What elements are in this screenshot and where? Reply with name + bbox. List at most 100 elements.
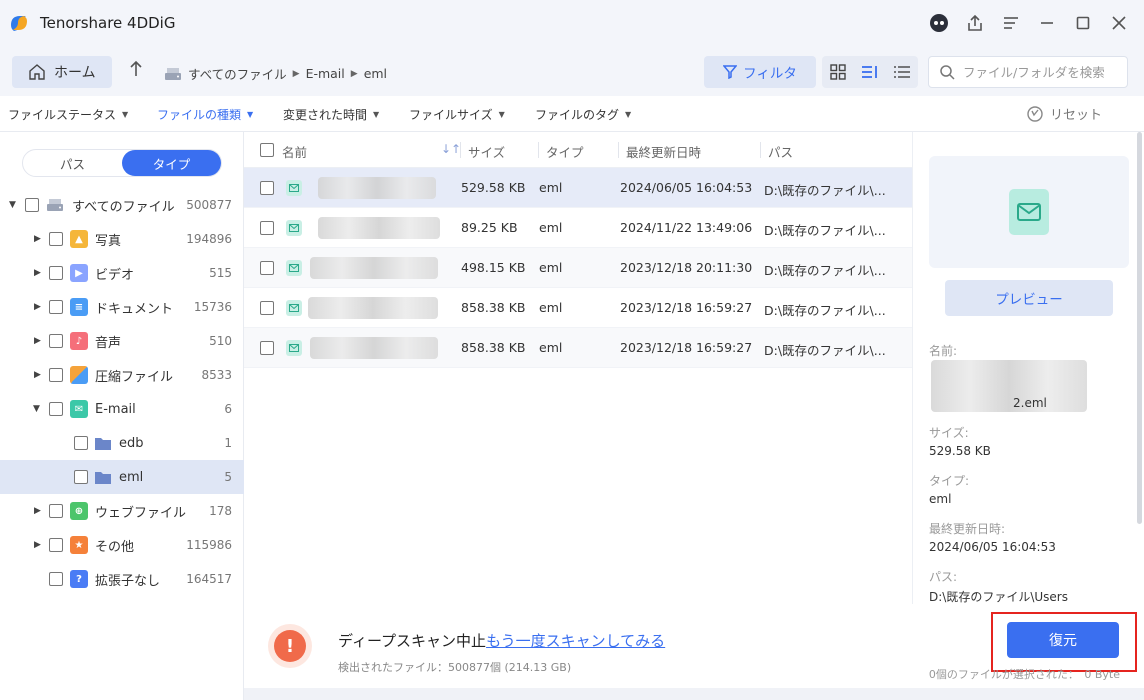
other-icon: ★ — [70, 536, 88, 554]
preview-button[interactable]: プレビュー — [945, 280, 1113, 316]
checkbox[interactable] — [74, 436, 88, 450]
drive-icon — [165, 67, 181, 80]
breadcrumb-item[interactable]: E-mail — [306, 66, 345, 81]
cell-path: D:\既存のファイル\... — [764, 183, 886, 198]
column-path[interactable]: パス — [768, 142, 793, 161]
web-icon: ⊕ — [70, 502, 88, 520]
tree-item-document[interactable]: ▶ ≡ ドキュメント 15736 — [0, 290, 244, 324]
row-checkbox[interactable] — [260, 301, 274, 315]
column-divider[interactable] — [618, 142, 619, 158]
breadcrumb-item[interactable]: eml — [364, 66, 387, 81]
filter-file-tag-label: ファイルのタグ — [535, 108, 620, 122]
tree-item-photo[interactable]: ▶ ▲ 写真 194896 — [0, 222, 244, 256]
rescan-link[interactable]: もう一度スキャンしてみる — [486, 632, 665, 650]
table-row[interactable]: 498.15 KB eml 2023/12/18 20:11:30 D:\既存の… — [244, 248, 912, 288]
filter-file-type-label: ファイルの種類 — [157, 108, 242, 122]
cell-type: eml — [539, 180, 563, 195]
checkbox[interactable] — [25, 198, 39, 212]
tab-type[interactable]: タイプ — [122, 150, 221, 176]
tree-item-count: 8533 — [201, 368, 232, 382]
grid-view-icon[interactable] — [827, 61, 849, 83]
tree-item-edb[interactable]: edb 1 — [0, 426, 244, 460]
checkbox[interactable] — [49, 300, 63, 314]
table-row[interactable]: 529.58 KB eml 2024/06/05 16:04:53 D:\既存の… — [244, 168, 912, 208]
checkbox[interactable] — [49, 504, 63, 518]
checkbox[interactable] — [49, 368, 63, 382]
row-checkbox[interactable] — [260, 341, 274, 355]
select-all-checkbox[interactable] — [260, 143, 274, 157]
chevron-right-icon[interactable]: ▶ — [34, 540, 41, 550]
reset-button[interactable]: リセット — [1026, 104, 1102, 123]
view-mode-group — [822, 56, 918, 88]
tab-path[interactable]: パス — [23, 150, 122, 176]
checkbox[interactable] — [49, 334, 63, 348]
tree-item-eml[interactable]: eml 5 — [0, 460, 244, 494]
menu-icon[interactable] — [998, 10, 1024, 36]
checkbox[interactable] — [74, 470, 88, 484]
breadcrumb-item[interactable]: すべてのファイル — [188, 64, 287, 83]
column-name[interactable]: 名前 — [282, 142, 307, 161]
tree-item-video[interactable]: ▶ ▶ ビデオ 515 — [0, 256, 244, 290]
funnel-icon — [723, 65, 738, 79]
column-modified[interactable]: 最終更新日時 — [626, 142, 701, 161]
column-divider[interactable] — [760, 142, 761, 158]
reset-icon — [1027, 105, 1043, 122]
tree-item-count: 5 — [224, 470, 232, 484]
tree-item-label: eml — [119, 469, 144, 485]
minimize-icon[interactable] — [1034, 10, 1060, 36]
tree-item-archive[interactable]: ▶ 圧縮ファイル 8533 — [0, 358, 244, 392]
chevron-down-icon[interactable]: ▼ — [9, 200, 16, 210]
sidebar: パス タイプ ▼ すべてのファイル 500877 ▶ ▲ 写真 194896 ▶… — [0, 132, 244, 700]
home-button[interactable]: ホーム — [12, 56, 112, 88]
tree-item-count: 15736 — [193, 300, 232, 314]
filter-file-tag[interactable]: ファイルのタグ ▼ — [535, 106, 631, 123]
row-checkbox[interactable] — [260, 221, 274, 235]
preview-scrollbar[interactable] — [1137, 132, 1142, 524]
column-size[interactable]: サイズ — [468, 142, 505, 161]
recover-button[interactable]: 復元 — [1007, 622, 1119, 658]
filter-file-size[interactable]: ファイルサイズ ▼ — [409, 106, 505, 123]
row-checkbox[interactable] — [260, 181, 274, 195]
filter-file-type[interactable]: ファイルの種類 ▼ — [157, 106, 253, 123]
search-input[interactable] — [963, 64, 1123, 80]
tree-item-email[interactable]: ▼ ✉ E-mail 6 — [0, 392, 244, 426]
tree-item-all-files[interactable]: ▼ すべてのファイル 500877 — [0, 188, 244, 222]
chevron-right-icon[interactable]: ▶ — [34, 234, 41, 244]
table-row[interactable]: 89.25 KB eml 2024/11/22 13:49:06 D:\既存のフ… — [244, 208, 912, 248]
filter-button[interactable]: フィルタ — [704, 56, 816, 88]
checkbox[interactable] — [49, 538, 63, 552]
tree-item-count: 6 — [224, 402, 232, 416]
checkbox[interactable] — [49, 232, 63, 246]
cell-size: 858.38 KB — [461, 300, 526, 315]
list-view-icon[interactable] — [891, 61, 913, 83]
checkbox[interactable] — [49, 572, 63, 586]
close-icon[interactable] — [1106, 10, 1132, 36]
chevron-right-icon[interactable]: ▶ — [34, 268, 41, 278]
column-divider[interactable] — [538, 142, 539, 158]
filter-file-status[interactable]: ファイルステータス ▼ — [8, 106, 128, 123]
chevron-right-icon[interactable]: ▶ — [34, 302, 41, 312]
chevron-right-icon[interactable]: ▶ — [34, 336, 41, 346]
row-checkbox[interactable] — [260, 261, 274, 275]
filter-modified-time[interactable]: 変更された時間 ▼ — [283, 106, 379, 123]
chevron-down-icon[interactable]: ▼ — [33, 404, 40, 414]
assistant-bot-icon[interactable] — [926, 10, 952, 36]
chevron-right-icon[interactable]: ▶ — [34, 506, 41, 516]
sort-icon[interactable]: ↓↑ — [441, 142, 461, 156]
table-row[interactable]: 858.38 KB eml 2023/12/18 16:59:27 D:\既存の… — [244, 288, 912, 328]
tree-item-no-extension[interactable]: ? 拡張子なし 164517 — [0, 562, 244, 596]
checkbox[interactable] — [49, 266, 63, 280]
share-icon[interactable] — [962, 10, 988, 36]
table-row[interactable]: 858.38 KB eml 2023/12/18 16:59:27 D:\既存の… — [244, 328, 912, 368]
maximize-icon[interactable] — [1070, 10, 1096, 36]
column-type[interactable]: タイプ — [546, 142, 584, 161]
tree-item-audio[interactable]: ▶ ♪ 音声 510 — [0, 324, 244, 358]
column-divider[interactable] — [460, 142, 461, 158]
preview-size-label: サイズ: — [929, 426, 969, 440]
tree-item-other[interactable]: ▶ ★ その他 115986 — [0, 528, 244, 562]
chevron-right-icon[interactable]: ▶ — [34, 370, 41, 380]
tree-item-web[interactable]: ▶ ⊕ ウェブファイル 178 — [0, 494, 244, 528]
up-arrow-icon[interactable] — [128, 60, 144, 83]
checkbox[interactable] — [49, 402, 63, 416]
detail-view-icon[interactable] — [859, 61, 881, 83]
